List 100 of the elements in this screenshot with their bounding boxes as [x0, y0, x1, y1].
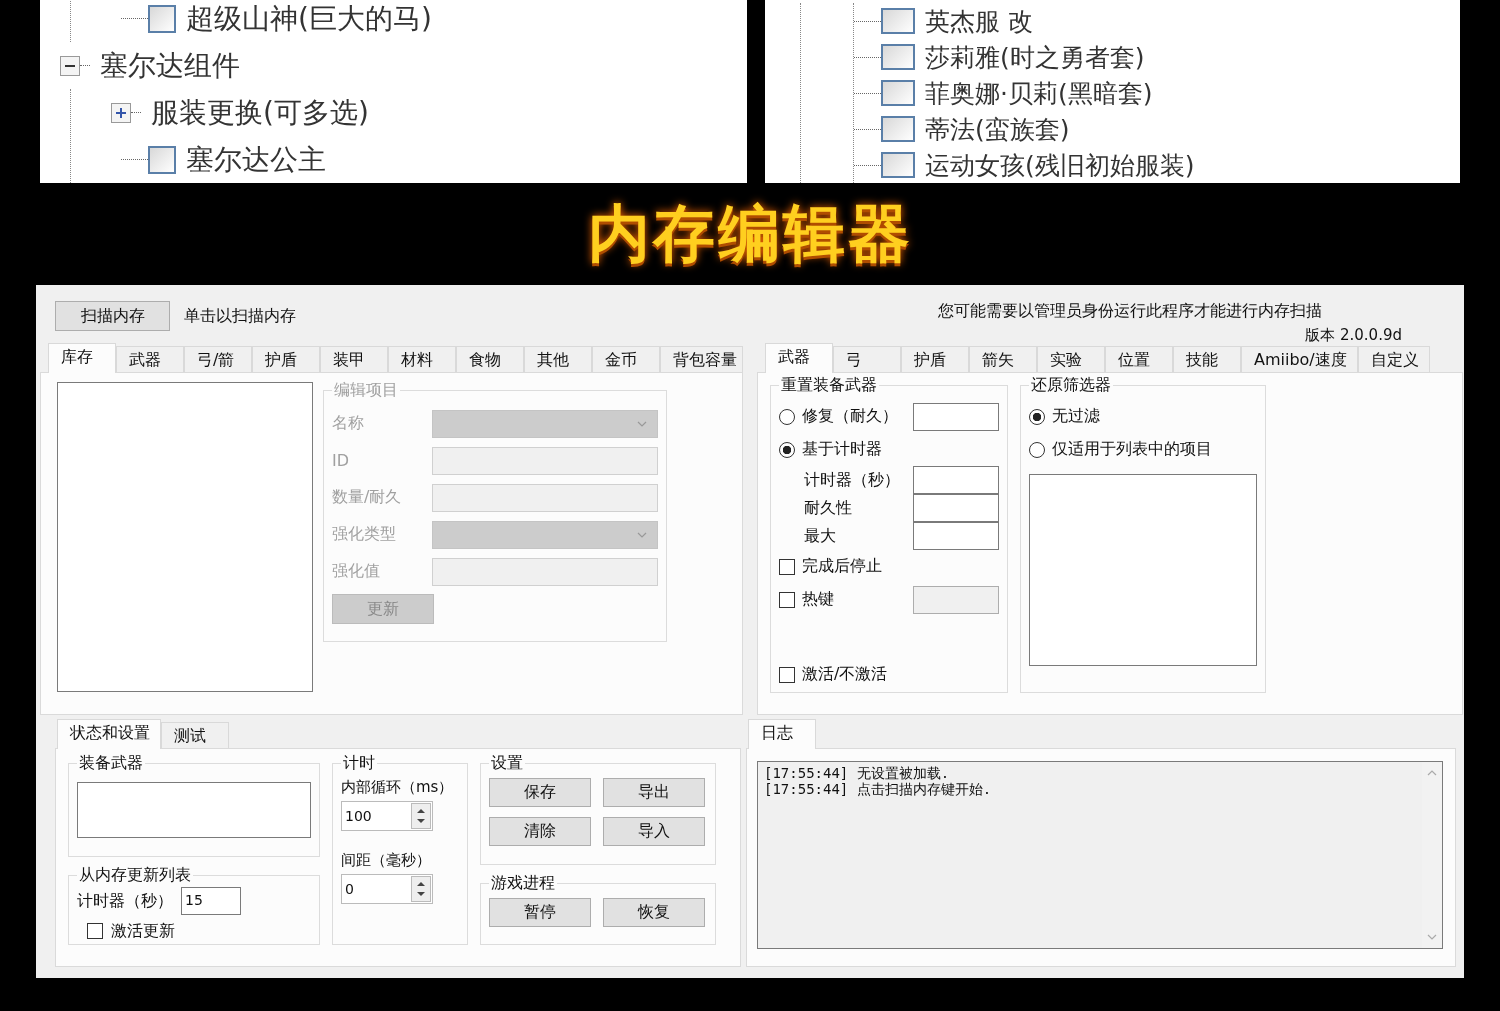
- tab[interactable]: 装甲: [320, 346, 388, 372]
- checkbox[interactable]: [881, 80, 915, 106]
- process-button[interactable]: 恢复: [603, 898, 705, 927]
- checkbox[interactable]: [148, 145, 176, 174]
- tab[interactable]: 材料: [388, 346, 456, 372]
- checkbox[interactable]: [87, 923, 103, 939]
- checkbox-label: 完成后停止: [802, 556, 882, 577]
- group-title: 游戏进程: [490, 873, 556, 894]
- banner-title: 内存编辑器: [587, 196, 913, 272]
- tree-item-label[interactable]: 菲奥娜·贝莉(黑暗套): [925, 76, 1153, 110]
- spin-arrows-icon[interactable]: [411, 876, 431, 902]
- scan-button[interactable]: 扫描内存: [55, 301, 170, 331]
- radio-button[interactable]: [779, 441, 795, 458]
- tab[interactable]: 箭矢: [969, 346, 1037, 372]
- field-label: 间距（毫秒）: [341, 851, 432, 870]
- log-line: [17:55:44] 无设置被加载.: [764, 765, 951, 781]
- settings-button[interactable]: 导出: [603, 778, 705, 807]
- tab[interactable]: 自定义: [1357, 346, 1430, 372]
- group-title: 设置: [490, 753, 524, 774]
- checkbox[interactable]: [881, 8, 915, 34]
- field-label: 内部循环（ms）: [341, 778, 455, 797]
- group-title: 还原筛选器: [1030, 375, 1112, 396]
- tab[interactable]: 日志: [748, 719, 816, 749]
- chevron-down-icon: [637, 420, 647, 427]
- input-field[interactable]: [913, 466, 999, 494]
- tab[interactable]: 状态和设置: [57, 719, 161, 749]
- chevron-down-icon: [637, 531, 647, 538]
- number-spinner[interactable]: 0: [341, 874, 433, 904]
- option-label: 基于计时器: [802, 439, 882, 460]
- input-field[interactable]: 15: [181, 887, 241, 915]
- input-field[interactable]: [913, 522, 999, 550]
- field-label: 计时器（秒）: [77, 890, 173, 912]
- checkbox[interactable]: [148, 4, 176, 33]
- checkbox[interactable]: [881, 116, 915, 142]
- spin-arrows-icon[interactable]: [411, 803, 431, 829]
- field-label: ID: [332, 451, 351, 470]
- tab[interactable]: 其他: [524, 346, 592, 372]
- group-title: 装备武器: [78, 753, 144, 774]
- tree-item-label[interactable]: 英杰服 改: [925, 4, 1033, 38]
- tree-item-label[interactable]: 莎莉雅(时之勇者套): [925, 40, 1145, 74]
- radio-button[interactable]: [1029, 441, 1045, 458]
- input-field[interactable]: [913, 494, 999, 522]
- scan-hint: 单击以扫描内存: [184, 305, 296, 327]
- checkbox[interactable]: [779, 666, 795, 683]
- input-field[interactable]: [913, 402, 999, 431]
- number-spinner[interactable]: 100: [341, 801, 433, 831]
- tab[interactable]: 金币: [592, 346, 660, 372]
- tab[interactable]: 库存: [48, 343, 116, 373]
- plus-box-icon[interactable]: [111, 102, 131, 123]
- field-label: 数量/耐久: [332, 487, 403, 508]
- tab[interactable]: 武器: [765, 343, 833, 373]
- group-title: 从内存更新列表: [78, 865, 192, 886]
- tab[interactable]: 武器: [116, 346, 184, 372]
- checkbox-label: 热键: [802, 589, 834, 610]
- option-label: 无过滤: [1052, 406, 1100, 427]
- field-label: 最大: [804, 525, 837, 547]
- group-title: 计时: [342, 753, 376, 774]
- tab[interactable]: 位置: [1105, 346, 1173, 372]
- tree-item-label[interactable]: 服装更换(可多选): [151, 93, 369, 132]
- settings-button[interactable]: 保存: [489, 778, 591, 807]
- settings-button[interactable]: 导入: [603, 817, 705, 846]
- version-label: 版本 2.0.0.9d: [1305, 326, 1402, 345]
- tab[interactable]: 背包容量: [660, 346, 743, 372]
- hotkey-field[interactable]: [913, 585, 999, 614]
- tab[interactable]: 技能: [1173, 346, 1241, 372]
- field-label: 强化类型: [332, 524, 397, 545]
- tree-item-label[interactable]: 运动女孩(残旧初始服装): [925, 148, 1195, 182]
- admin-notice: 您可能需要以管理员身份运行此程序才能进行内存扫描: [938, 301, 1322, 322]
- field-label: 强化值: [332, 561, 381, 582]
- radio-button[interactable]: [779, 408, 795, 425]
- log-line: [17:55:44] 点击扫描内存键开始.: [764, 781, 993, 797]
- tree-item-label[interactable]: 蒂法(蛮族套): [925, 112, 1070, 146]
- checkbox[interactable]: [779, 558, 795, 575]
- checkbox-label: 激活更新: [111, 920, 175, 942]
- radio-button[interactable]: [1029, 408, 1045, 425]
- option-label: 仅适用于列表中的项目: [1052, 439, 1212, 460]
- process-button[interactable]: 暂停: [489, 898, 591, 927]
- checkbox[interactable]: [881, 152, 915, 178]
- settings-button[interactable]: 清除: [489, 817, 591, 846]
- tab[interactable]: Amiibo/速度: [1241, 346, 1358, 372]
- tree-item-label[interactable]: 超级山神(巨大的马): [186, 0, 432, 38]
- group-title: 编辑项目: [333, 380, 399, 401]
- tab[interactable]: 弓: [833, 346, 901, 372]
- minus-box-icon[interactable]: [60, 55, 80, 76]
- checkbox[interactable]: [881, 44, 915, 70]
- field-label: 耐久性: [804, 497, 853, 519]
- tab[interactable]: 护盾: [252, 346, 320, 372]
- tab[interactable]: 实验: [1037, 346, 1105, 372]
- tab[interactable]: 食物: [456, 346, 524, 372]
- input-field[interactable]: [77, 782, 311, 838]
- tab[interactable]: 护盾: [901, 346, 969, 372]
- tree-item-label[interactable]: 塞尔达公主: [186, 140, 326, 179]
- field-label: 名称: [332, 413, 365, 434]
- field-label: 计时器（秒）: [804, 469, 901, 491]
- tree-item-label[interactable]: 塞尔达组件: [100, 46, 240, 85]
- group-title: 重置装备武器: [780, 375, 878, 396]
- tab[interactable]: 弓/箭: [184, 346, 252, 372]
- option-label: 修复（耐久）: [802, 406, 898, 427]
- tab[interactable]: 测试: [161, 722, 229, 748]
- checkbox[interactable]: [779, 591, 795, 608]
